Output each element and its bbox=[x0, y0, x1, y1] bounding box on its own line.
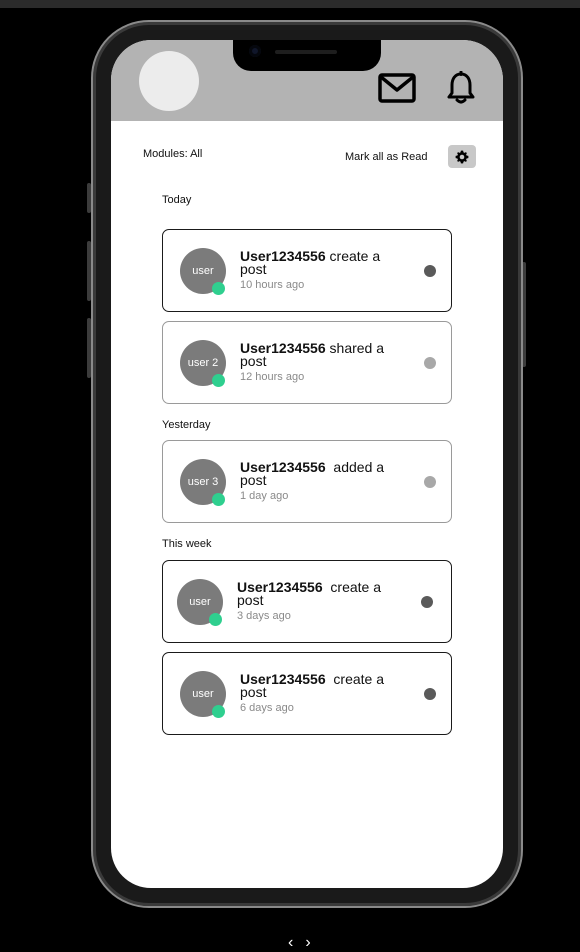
read-indicator bbox=[424, 476, 436, 488]
mark-all-read-button[interactable]: Mark all as Read bbox=[345, 151, 428, 163]
notification-object: post bbox=[240, 472, 267, 488]
notification-card[interactable]: user 2 User1234556 shared a post 12 hour… bbox=[162, 321, 452, 404]
notification-time: 10 hours ago bbox=[240, 279, 305, 291]
notification-card[interactable]: user User1234556 create a post 3 days ag… bbox=[162, 560, 452, 643]
notification-message: User1234556 create a post bbox=[240, 248, 412, 277]
speaker-grille bbox=[275, 50, 337, 54]
online-indicator bbox=[212, 374, 225, 387]
modules-filter[interactable]: Modules: All bbox=[143, 148, 202, 160]
gear-icon bbox=[455, 150, 469, 163]
mail-icon[interactable] bbox=[378, 73, 416, 103]
notification-card[interactable]: user User1234556 create a post 6 days ag… bbox=[162, 652, 452, 735]
notification-action: create a bbox=[322, 579, 382, 595]
notification-card[interactable]: user 3 User1234556 added a post 1 day ag… bbox=[162, 440, 452, 523]
section-label-yesterday: Yesterday bbox=[162, 419, 211, 431]
online-indicator bbox=[212, 705, 225, 718]
notification-object: post bbox=[237, 592, 264, 608]
notification-card[interactable]: user User1234556 create a post 10 hours … bbox=[162, 229, 452, 312]
unread-indicator bbox=[424, 265, 436, 277]
read-indicator bbox=[424, 357, 436, 369]
prev-arrow-icon[interactable]: ‹ bbox=[288, 934, 293, 952]
profile-avatar[interactable] bbox=[139, 51, 199, 111]
notification-object: post bbox=[240, 353, 267, 369]
unread-indicator bbox=[421, 596, 433, 608]
notification-object: post bbox=[240, 684, 267, 700]
notification-action: create a bbox=[325, 248, 381, 264]
notification-action: shared a bbox=[325, 340, 385, 356]
notification-object: post bbox=[240, 261, 267, 277]
notification-action: added a bbox=[325, 459, 385, 475]
notification-message: User1234556 create a post bbox=[237, 579, 409, 608]
notification-time: 1 day ago bbox=[240, 490, 289, 502]
prototype-pager: ‹ › bbox=[288, 934, 311, 952]
bell-icon[interactable] bbox=[447, 71, 475, 105]
phone-screen: Modules: All Mark all as Read Today Yest… bbox=[111, 40, 503, 888]
camera-icon bbox=[249, 45, 261, 57]
notification-message: User1234556 added a post bbox=[240, 459, 412, 488]
section-label-this-week: This week bbox=[162, 538, 212, 550]
notification-action: create a bbox=[325, 671, 385, 687]
online-indicator bbox=[209, 613, 222, 626]
next-arrow-icon[interactable]: › bbox=[305, 934, 310, 952]
top-window-bar bbox=[0, 0, 580, 8]
phone-notch bbox=[233, 40, 381, 71]
notification-time: 6 days ago bbox=[240, 702, 294, 714]
section-label-today: Today bbox=[162, 194, 192, 206]
online-indicator bbox=[212, 282, 225, 295]
notification-time: 12 hours ago bbox=[240, 371, 305, 383]
notification-message: User1234556 create a post bbox=[240, 671, 412, 700]
notification-time: 3 days ago bbox=[237, 610, 291, 622]
unread-indicator bbox=[424, 688, 436, 700]
notification-message: User1234556 shared a post bbox=[240, 340, 412, 369]
online-indicator bbox=[212, 493, 225, 506]
settings-button[interactable] bbox=[448, 145, 476, 168]
